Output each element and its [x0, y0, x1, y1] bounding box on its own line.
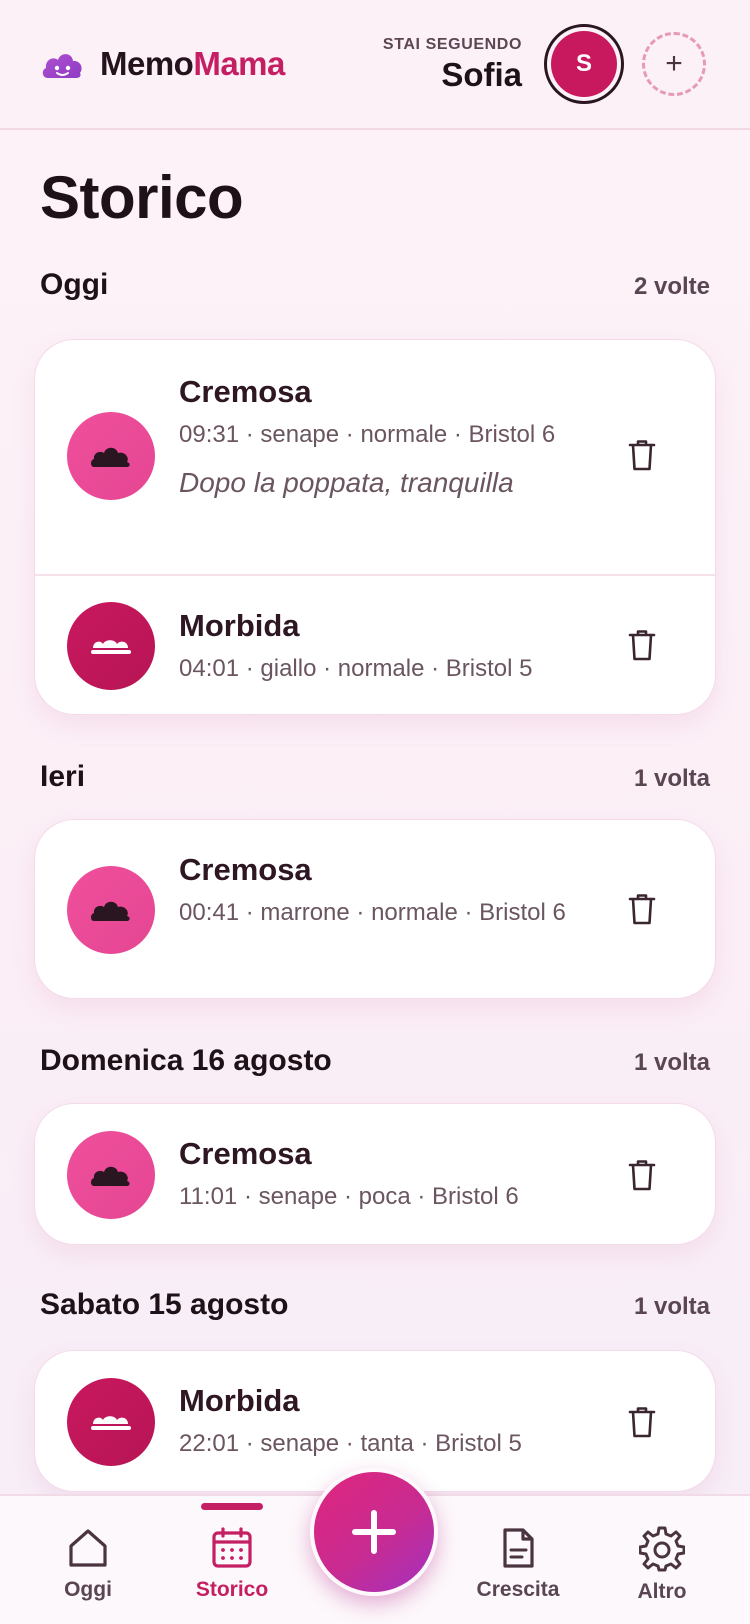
entry-text: Morbida 04:01 · giallo · normale · Brist…	[179, 608, 579, 687]
entries-card: Cremosa 09:31 · senape · normale · Brist…	[34, 339, 716, 715]
cloud-icon	[67, 866, 155, 954]
plus-icon: +	[665, 47, 683, 80]
soft-pile-icon	[67, 602, 155, 690]
trash-icon[interactable]	[627, 892, 657, 926]
section-count: 2 volte	[633, 273, 710, 300]
section-header-saturday-15-august: Sabato 15 agosto 1 volta	[40, 1288, 710, 1322]
gear-icon	[639, 1526, 685, 1572]
trash-icon[interactable]	[627, 1158, 657, 1192]
list-item[interactable]: Cremosa 09:31 · senape · normale · Brist…	[35, 340, 715, 574]
nav-item-more[interactable]: Altro	[602, 1526, 722, 1604]
avatar-initial: S	[551, 31, 617, 97]
following-indicator: STAI SEGUENDO Sofia	[383, 36, 522, 94]
nav-item-history[interactable]: Storico	[172, 1526, 292, 1602]
cloud-icon	[67, 1131, 155, 1219]
calendar-icon	[212, 1527, 252, 1568]
entries-card: Cremosa 00:41 · marrone · normale · Bris…	[34, 819, 716, 999]
list-item[interactable]: Morbida 04:01 · giallo · normale · Brist…	[35, 574, 715, 714]
nav-label: Storico	[195, 1578, 269, 1601]
trash-icon[interactable]	[627, 1405, 657, 1439]
app-header: MemoMama STAI SEGUENDO Sofia S +	[0, 0, 750, 130]
entry-title: Cremosa	[179, 1136, 312, 1171]
entry-meta: 22:01 · senape · tanta · Bristol 5	[179, 1430, 522, 1457]
entry-title: Cremosa	[179, 852, 312, 887]
soft-pile-icon	[67, 1378, 155, 1466]
cloud-icon	[67, 412, 155, 500]
child-avatar[interactable]: S	[544, 24, 624, 104]
brand: MemoMama	[40, 44, 285, 84]
nav-item-growth[interactable]: Crescita	[458, 1526, 578, 1602]
active-tab-indicator	[201, 1503, 263, 1510]
entry-meta: 04:01 · giallo · normale · Bristol 5	[179, 655, 533, 682]
home-icon	[69, 1529, 107, 1567]
nav-item-today[interactable]: Oggi	[28, 1526, 148, 1602]
section-count: 1 volta	[633, 1293, 710, 1320]
nav-label: Oggi	[64, 1578, 112, 1601]
nav-label: Altro	[637, 1580, 687, 1603]
section-header-yesterday: Ieri 1 volta	[40, 760, 710, 794]
section-count: 1 volta	[633, 765, 710, 792]
entry-meta: 11:01 · senape · poca · Bristol 6	[179, 1183, 519, 1210]
entry-note: Dopo la poppata, tranquilla	[179, 467, 514, 498]
section-title: Domenica 16 agosto	[40, 1044, 332, 1077]
section-title: Sabato 15 agosto	[40, 1288, 289, 1321]
section-count: 1 volta	[633, 1049, 710, 1076]
add-child-button[interactable]: +	[642, 32, 706, 96]
entry-title: Morbida	[179, 1383, 300, 1418]
entry-text: Cremosa 09:31 · senape · normale · Brist…	[179, 374, 579, 499]
section-title: Ieri	[40, 760, 86, 793]
trash-icon[interactable]	[627, 628, 657, 662]
add-entry-button[interactable]	[310, 1468, 438, 1596]
entry-text: Cremosa 00:41 · marrone · normale · Bris…	[179, 852, 579, 931]
list-item[interactable]: Cremosa 11:01 · senape · poca · Bristol …	[35, 1104, 715, 1244]
entries-card: Cremosa 11:01 · senape · poca · Bristol …	[34, 1103, 716, 1245]
nav-label: Crescita	[476, 1578, 560, 1601]
entry-meta: 00:41 · marrone · normale · Bristol 6	[179, 899, 566, 926]
brand-name: MemoMama	[100, 45, 285, 82]
page-title: Storico	[40, 164, 244, 231]
following-label: STAI SEGUENDO	[382, 36, 522, 53]
following-child-name: Sofia	[441, 56, 522, 93]
section-header-sunday-16-august: Domenica 16 agosto 1 volta	[40, 1044, 710, 1078]
entry-title: Morbida	[179, 608, 300, 643]
list-item[interactable]: Cremosa 00:41 · marrone · normale · Bris…	[35, 820, 715, 998]
entry-meta: 09:31 · senape · normale · Bristol 6	[179, 421, 556, 448]
trash-icon[interactable]	[627, 438, 657, 472]
entry-title: Cremosa	[179, 374, 312, 409]
entry-text: Cremosa 11:01 · senape · poca · Bristol …	[179, 1136, 579, 1215]
cloud-face-logo-icon	[42, 54, 82, 78]
plus-icon	[352, 1510, 396, 1554]
section-header-today: Oggi 2 volte	[40, 268, 710, 302]
document-icon	[503, 1528, 534, 1568]
section-title: Oggi	[40, 268, 109, 301]
entry-text: Morbida 22:01 · senape · tanta · Bristol…	[179, 1383, 579, 1462]
